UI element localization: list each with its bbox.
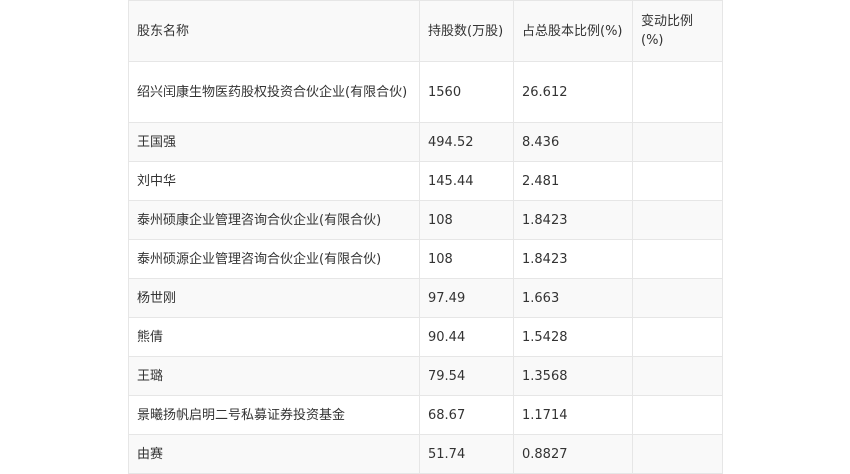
cell-change-ratio — [632, 434, 723, 474]
cell-shares-held: 494.52 — [419, 122, 514, 162]
header-shareholder-name: 股东名称 — [128, 0, 420, 62]
cell-share-ratio: 1.8423 — [513, 200, 633, 240]
cell-change-ratio — [632, 61, 723, 123]
table-row: 杨世刚 97.49 1.663 — [128, 278, 723, 318]
cell-shares-held: 108 — [419, 200, 514, 240]
cell-share-ratio: 1.8423 — [513, 239, 633, 279]
cell-shareholder-name: 王国强 — [128, 122, 420, 162]
cell-shares-held: 90.44 — [419, 317, 514, 357]
cell-share-ratio: 26.612 — [513, 61, 633, 123]
cell-share-ratio: 1.3568 — [513, 356, 633, 396]
cell-shareholder-name: 由赛 — [128, 434, 420, 474]
cell-change-ratio — [632, 122, 723, 162]
table-row: 绍兴闰康生物医药股权投资合伙企业(有限合伙) 1560 26.612 — [128, 61, 723, 123]
cell-shares-held: 97.49 — [419, 278, 514, 318]
table-row: 王国强 494.52 8.436 — [128, 122, 723, 162]
header-change-ratio: 变动比例(%) — [632, 0, 723, 62]
cell-change-ratio — [632, 356, 723, 396]
cell-shares-held: 145.44 — [419, 161, 514, 201]
header-shares-held: 持股数(万股) — [419, 0, 514, 62]
table-header: 股东名称 持股数(万股) 占总股本比例(%) 变动比例(%) — [128, 0, 723, 62]
table-row: 景曦扬帆启明二号私募证券投资基金 68.67 1.1714 — [128, 395, 723, 435]
table-row: 熊倩 90.44 1.5428 — [128, 317, 723, 357]
header-share-ratio: 占总股本比例(%) — [513, 0, 633, 62]
shareholder-table-container: 股东名称 持股数(万股) 占总股本比例(%) 变动比例(%) 绍兴闰康生物医药股… — [128, 0, 723, 474]
cell-change-ratio — [632, 200, 723, 240]
cell-shareholder-name: 泰州硕康企业管理咨询合伙企业(有限合伙) — [128, 200, 420, 240]
table-body: 绍兴闰康生物医药股权投资合伙企业(有限合伙) 1560 26.612 王国强 4… — [128, 61, 723, 474]
cell-change-ratio — [632, 317, 723, 357]
cell-shares-held: 1560 — [419, 61, 514, 123]
cell-shares-held: 108 — [419, 239, 514, 279]
table-row: 泰州硕康企业管理咨询合伙企业(有限合伙) 108 1.8423 — [128, 200, 723, 240]
cell-change-ratio — [632, 161, 723, 201]
cell-change-ratio — [632, 239, 723, 279]
table-row: 泰州硕源企业管理咨询合伙企业(有限合伙) 108 1.8423 — [128, 239, 723, 279]
cell-share-ratio: 1.5428 — [513, 317, 633, 357]
cell-shareholder-name: 绍兴闰康生物医药股权投资合伙企业(有限合伙) — [128, 61, 420, 123]
cell-shareholder-name: 杨世刚 — [128, 278, 420, 318]
cell-change-ratio — [632, 278, 723, 318]
header-row: 股东名称 持股数(万股) 占总股本比例(%) 变动比例(%) — [128, 0, 723, 62]
cell-share-ratio: 8.436 — [513, 122, 633, 162]
cell-shares-held: 68.67 — [419, 395, 514, 435]
cell-shares-held: 79.54 — [419, 356, 514, 396]
cell-shareholder-name: 景曦扬帆启明二号私募证券投资基金 — [128, 395, 420, 435]
cell-shareholder-name: 泰州硕源企业管理咨询合伙企业(有限合伙) — [128, 239, 420, 279]
cell-shareholder-name: 王璐 — [128, 356, 420, 396]
cell-shareholder-name: 熊倩 — [128, 317, 420, 357]
cell-shares-held: 51.74 — [419, 434, 514, 474]
cell-share-ratio: 0.8827 — [513, 434, 633, 474]
cell-share-ratio: 1.663 — [513, 278, 633, 318]
table-row: 由赛 51.74 0.8827 — [128, 434, 723, 474]
cell-change-ratio — [632, 395, 723, 435]
table-row: 刘中华 145.44 2.481 — [128, 161, 723, 201]
table-row: 王璐 79.54 1.3568 — [128, 356, 723, 396]
cell-share-ratio: 2.481 — [513, 161, 633, 201]
shareholder-table: 股东名称 持股数(万股) 占总股本比例(%) 变动比例(%) 绍兴闰康生物医药股… — [128, 0, 723, 474]
cell-share-ratio: 1.1714 — [513, 395, 633, 435]
cell-shareholder-name: 刘中华 — [128, 161, 420, 201]
